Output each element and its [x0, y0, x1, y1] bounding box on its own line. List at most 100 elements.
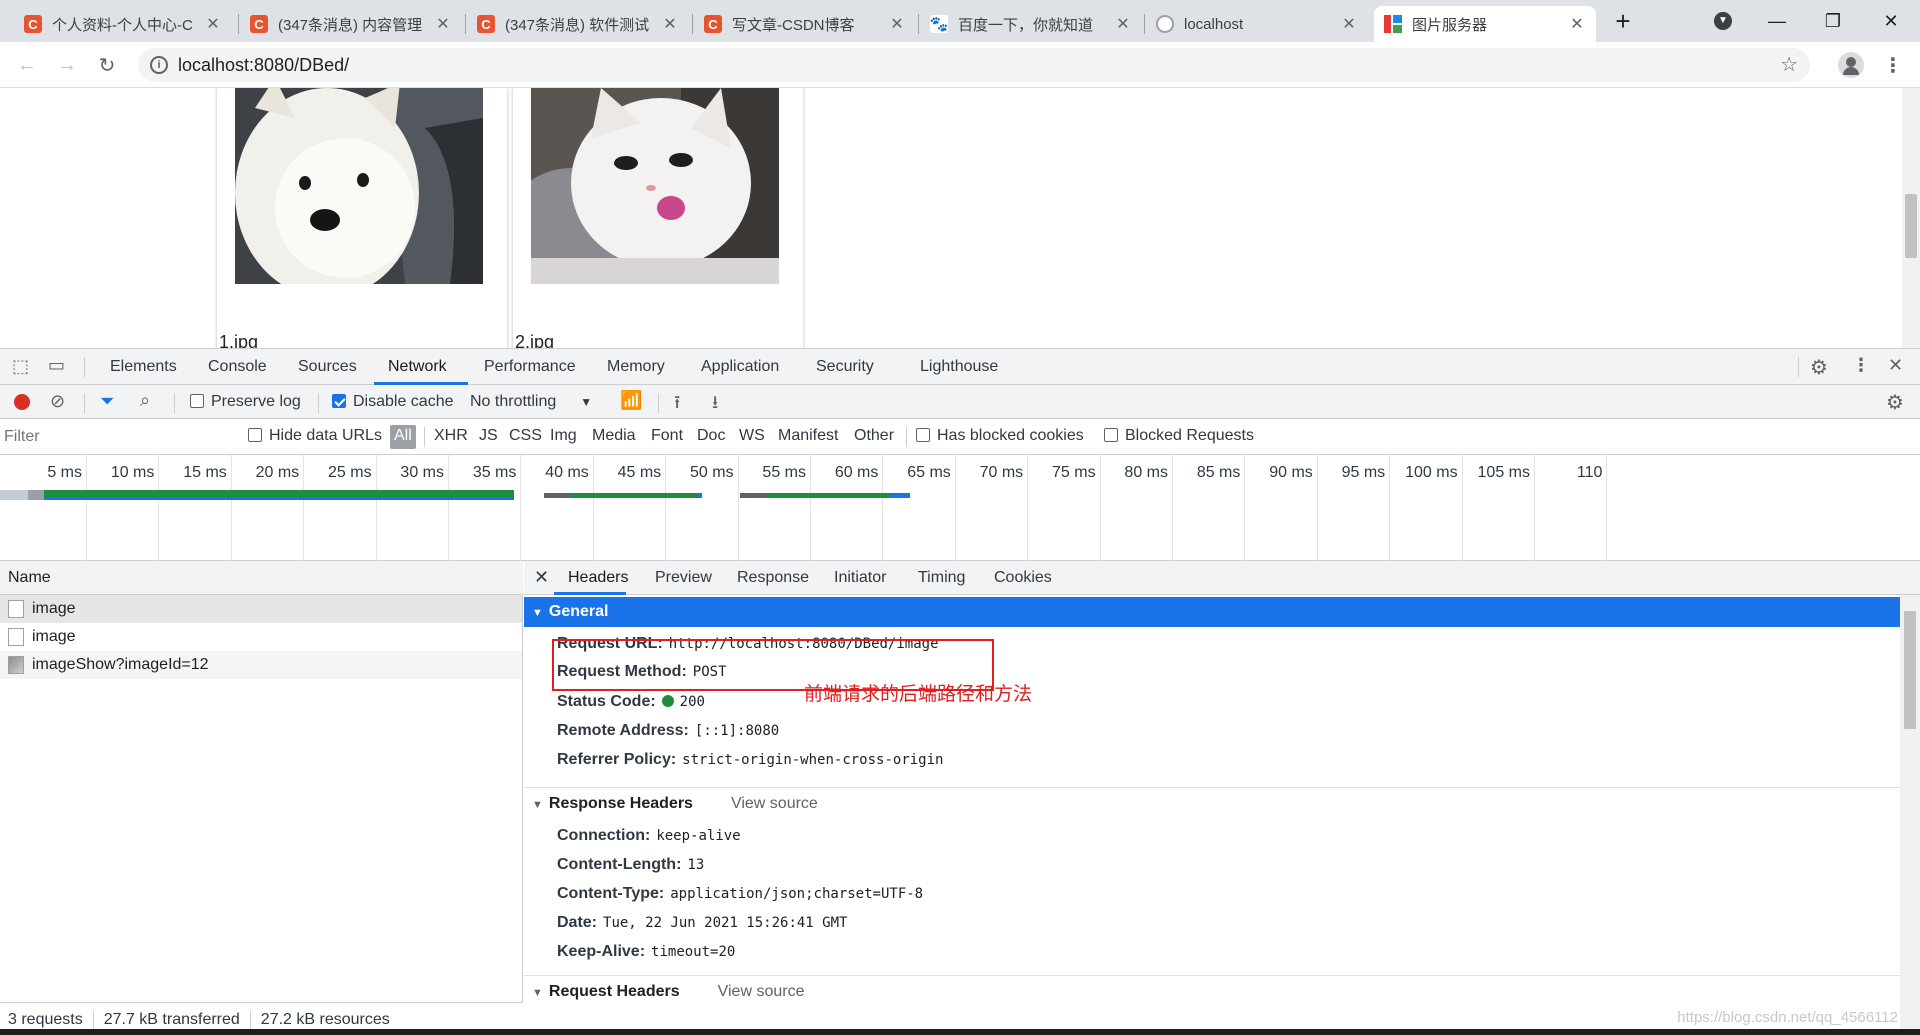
- info-icon[interactable]: i: [150, 56, 168, 74]
- response-header-row[interactable]: Connection: keep-alive: [557, 827, 741, 845]
- new-tab-button[interactable]: +: [1598, 0, 1648, 42]
- scrollbar-thumb[interactable]: [1904, 611, 1916, 729]
- url-text[interactable]: localhost:8080/DBed/: [178, 55, 349, 76]
- preserve-log-checkbox[interactable]: Preserve log: [190, 393, 301, 411]
- close-tab-icon[interactable]: ✕: [434, 14, 452, 34]
- request-row-imageshow[interactable]: imageShow?imageId=12: [0, 651, 522, 679]
- disable-cache-checkbox[interactable]: Disable cache: [332, 393, 454, 411]
- filter-type-img[interactable]: Img: [550, 427, 577, 445]
- name-column-header[interactable]: Name: [0, 561, 523, 595]
- details-scrollbar[interactable]: [1900, 595, 1920, 1035]
- filter-type-doc[interactable]: Doc: [697, 427, 725, 445]
- tab-performance[interactable]: Performance: [484, 358, 576, 376]
- timeline-gridline: [1389, 455, 1391, 561]
- tab-timing[interactable]: Timing: [918, 569, 965, 587]
- request-headers-section-header[interactable]: ▼ Request Headers View source: [524, 977, 1900, 1007]
- import-har-upload-icon[interactable]: ⭱: [674, 390, 680, 420]
- response-header-row[interactable]: Date: Tue, 22 Jun 2021 15:26:41 GMT: [557, 914, 847, 932]
- filter-type-js[interactable]: JS: [479, 427, 498, 445]
- response-headers-section-header[interactable]: ▼ Response Headers View source: [524, 789, 1900, 819]
- image-card-1[interactable]: 1.jpg: [217, 88, 507, 348]
- network-settings-gear-icon[interactable]: ⚙: [1886, 390, 1904, 415]
- response-header-row[interactable]: Keep-Alive: timeout=20: [557, 943, 735, 961]
- response-header-row[interactable]: Content-Length: 13: [557, 856, 704, 874]
- tab-application[interactable]: Application: [701, 358, 779, 376]
- tab-initiator[interactable]: Initiator: [834, 569, 886, 587]
- tab-response[interactable]: Response: [737, 569, 809, 587]
- device-toolbar-icon[interactable]: ▭: [48, 355, 65, 376]
- request-row-image[interactable]: image: [0, 623, 522, 651]
- image-card-2[interactable]: 2.jpg: [513, 88, 803, 348]
- response-header-row[interactable]: Content-Type: application/json;charset=UT…: [557, 885, 923, 903]
- close-tab-icon[interactable]: ✕: [1340, 14, 1358, 34]
- browser-tab-3[interactable]: C (347条消息) 软件测试 ✕: [467, 6, 689, 42]
- browser-tab-7-active[interactable]: 图片服务器 ✕: [1374, 6, 1596, 42]
- browser-tab-2[interactable]: C (347条消息) 内容管理 ✕: [240, 6, 462, 42]
- filter-type-other[interactable]: Other: [854, 427, 894, 445]
- filter-type-ws[interactable]: WS: [739, 427, 765, 445]
- network-overview-timeline[interactable]: 5 ms 10 ms 15 ms 20 ms 25 ms 30 ms 35 ms 40 ms 4…: [0, 455, 1920, 561]
- browser-tab-1[interactable]: C 个人资料-个人中心-C ✕: [14, 6, 232, 42]
- filter-type-font[interactable]: Font: [651, 427, 683, 445]
- record-icon[interactable]: [14, 394, 30, 410]
- profile-button[interactable]: [1836, 50, 1866, 80]
- tab-preview[interactable]: Preview: [655, 569, 712, 587]
- tab-headers[interactable]: Headers: [568, 569, 628, 587]
- network-conditions-wifi-icon[interactable]: 📶: [620, 390, 642, 411]
- restore-button[interactable]: ❐: [1808, 0, 1858, 42]
- browser-menu-button[interactable]: ⋮: [1878, 50, 1908, 80]
- close-tab-icon[interactable]: ✕: [888, 14, 906, 34]
- close-tab-icon[interactable]: ✕: [1114, 14, 1132, 34]
- request-row-image-selected[interactable]: image: [0, 595, 522, 623]
- view-source-link[interactable]: View source: [718, 983, 805, 1000]
- referrer-policy-row[interactable]: Referrer Policy: strict-origin-when-cross…: [557, 751, 943, 769]
- view-source-link[interactable]: View source: [731, 795, 818, 812]
- filter-funnel-icon[interactable]: ⏷: [100, 391, 114, 412]
- page-scrollbar[interactable]: [1902, 88, 1920, 348]
- filter-type-manifest[interactable]: Manifest: [778, 427, 838, 445]
- tab-security[interactable]: Security: [816, 358, 874, 376]
- filter-type-media[interactable]: Media: [592, 427, 636, 445]
- tab-cookies[interactable]: Cookies: [994, 569, 1052, 587]
- scrollbar-thumb[interactable]: [1905, 194, 1917, 258]
- bookmark-star-icon[interactable]: ☆: [1780, 52, 1798, 77]
- hide-data-urls-checkbox[interactable]: Hide data URLs: [248, 427, 382, 445]
- has-blocked-cookies-checkbox[interactable]: Has blocked cookies: [916, 427, 1084, 445]
- address-bar[interactable]: i localhost:8080/DBed/ ☆: [138, 48, 1810, 82]
- tab-network[interactable]: Network: [388, 358, 447, 376]
- filter-type-all[interactable]: All: [390, 425, 416, 449]
- filter-type-xhr[interactable]: XHR: [434, 427, 468, 445]
- forward-button[interactable]: →: [52, 50, 82, 80]
- minimize-button[interactable]: —: [1752, 0, 1802, 42]
- browser-tab-6[interactable]: localhost ✕: [1146, 6, 1368, 42]
- close-details-icon[interactable]: ✕: [534, 567, 549, 588]
- tab-memory[interactable]: Memory: [607, 358, 665, 376]
- inspect-element-icon[interactable]: ⬚: [12, 356, 29, 377]
- tab-elements[interactable]: Elements: [110, 358, 177, 376]
- general-section-header[interactable]: ▼ General: [524, 597, 1900, 627]
- tab-console[interactable]: Console: [208, 358, 267, 376]
- close-devtools-icon[interactable]: ✕: [1888, 355, 1903, 376]
- back-button[interactable]: ←: [12, 50, 42, 80]
- settings-gear-icon[interactable]: ⚙: [1810, 355, 1828, 380]
- browser-tab-4[interactable]: C 写文章-CSDN博客 ✕: [694, 6, 916, 42]
- status-code-row[interactable]: Status Code: 200: [557, 693, 705, 711]
- filter-input[interactable]: [4, 425, 230, 449]
- tab-lighthouse[interactable]: Lighthouse: [920, 358, 998, 376]
- close-window-button[interactable]: ✕: [1866, 0, 1916, 42]
- clear-icon[interactable]: ⊘: [50, 391, 65, 412]
- close-tab-icon[interactable]: ✕: [204, 14, 222, 34]
- search-icon[interactable]: ⌕: [140, 390, 150, 411]
- throttling-select[interactable]: No throttling ▼: [470, 393, 592, 411]
- export-har-download-icon[interactable]: ⭳: [712, 390, 718, 420]
- tab-sources[interactable]: Sources: [298, 358, 357, 376]
- more-vert-icon[interactable]: ⋮: [1852, 355, 1870, 376]
- close-tab-icon[interactable]: ✕: [1568, 14, 1586, 34]
- blocked-requests-checkbox[interactable]: Blocked Requests: [1104, 427, 1254, 445]
- browser-tab-5[interactable]: 🐾 百度一下，你就知道 ✕: [920, 6, 1142, 42]
- reload-button[interactable]: ↻: [92, 50, 122, 80]
- filter-type-css[interactable]: CSS: [509, 427, 542, 445]
- tab-search-button[interactable]: ▼: [1698, 0, 1748, 42]
- close-tab-icon[interactable]: ✕: [661, 14, 679, 34]
- remote-address-row[interactable]: Remote Address: [::1]:8080: [557, 722, 779, 740]
